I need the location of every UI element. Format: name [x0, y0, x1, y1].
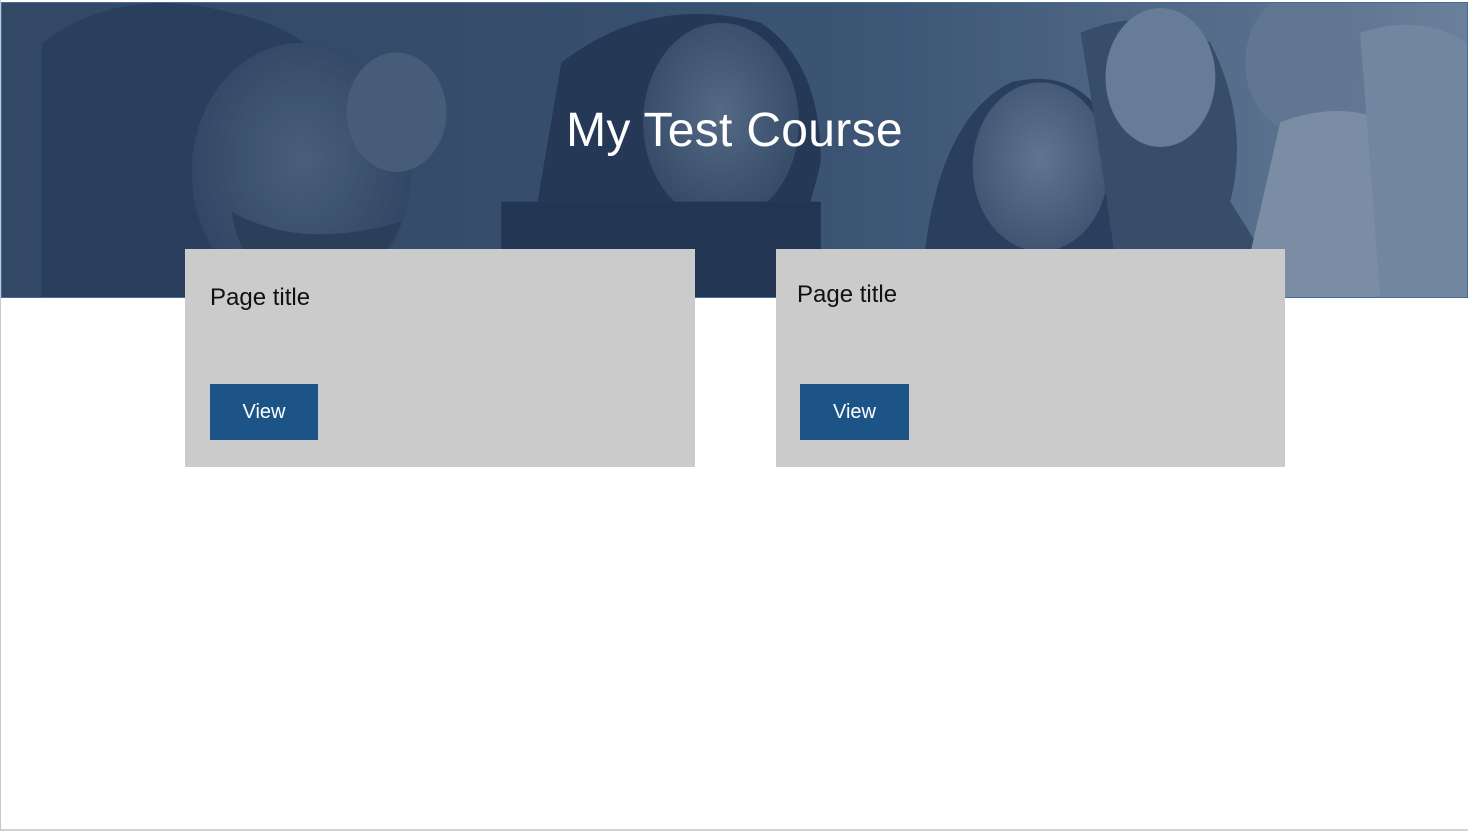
view-button[interactable]: View — [210, 384, 318, 440]
card-title: Page title — [797, 281, 898, 308]
course-title: My Test Course — [566, 104, 903, 157]
page-card: Page title View — [776, 249, 1285, 467]
page-card: Page title View — [185, 249, 695, 467]
view-button[interactable]: View — [800, 384, 909, 440]
course-page: My Test Course Page title View Page titl… — [0, 0, 1468, 831]
card-title: Page title — [210, 284, 311, 311]
